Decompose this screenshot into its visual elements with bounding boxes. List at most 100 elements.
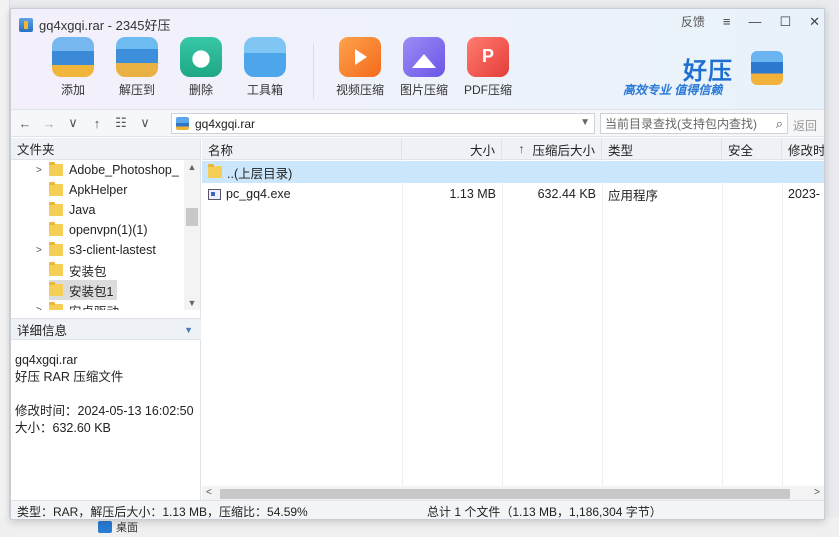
detail-modified: 修改时间：2024-05-13 16:02:50: [15, 404, 194, 418]
folder-tree: > Adobe_Photoshop_ ApkHelper Java openvp…: [11, 160, 201, 310]
brand-slogan: 高效专业 值得信赖: [623, 83, 723, 97]
expand-chevron-icon[interactable]: >: [36, 165, 42, 176]
expand-chevron-icon[interactable]: >: [36, 305, 42, 310]
column-security[interactable]: 安全: [722, 138, 782, 160]
image-compress-button[interactable]: 图片压缩: [392, 37, 456, 99]
feedback-link[interactable]: 反馈: [681, 13, 705, 30]
title-toolbar-area: gq4xgqi.rar - 2345好压 反馈 ≡ — ☐ ✕ 添加 解压到 删…: [11, 9, 824, 109]
collapse-arrow-icon[interactable]: ▼: [184, 325, 193, 335]
scrollbar-thumb[interactable]: [220, 489, 790, 499]
archive-add-icon: [52, 37, 94, 77]
folder-label: Adobe_Photoshop_: [69, 163, 179, 177]
detail-size: 大小：632.60 KB: [15, 421, 111, 435]
folder-item[interactable]: s3-client-lastest: [49, 240, 156, 260]
folder-icon: [49, 242, 63, 256]
folder-tree-scrollbar[interactable]: ▲ ▼: [184, 160, 200, 310]
column-modified-label: 修改时: [788, 143, 825, 158]
folder-label: openvpn(1)(1): [69, 223, 148, 237]
app-window: gq4xgqi.rar - 2345好压 反馈 ≡ — ☐ ✕ 添加 解压到 删…: [10, 8, 825, 520]
folder-item-selected[interactable]: 安装包1: [49, 280, 118, 300]
folder-item[interactable]: 安卓驱动: [49, 300, 119, 310]
details-header[interactable]: 详细信息 ▼: [11, 318, 201, 340]
folders-header: 文件夹: [11, 138, 200, 160]
address-dropdown[interactable]: ▼: [580, 117, 590, 128]
toolbar-divider: [313, 43, 314, 99]
forward-button[interactable]: →: [39, 116, 59, 131]
video-compress-button[interactable]: 视频压缩: [328, 37, 392, 99]
folder-label: s3-client-lastest: [69, 243, 156, 257]
sort-ascending-icon: ↑: [518, 142, 525, 156]
folder-item[interactable]: Adobe_Photoshop_: [49, 160, 179, 180]
folder-item[interactable]: 安装包: [49, 260, 107, 280]
scroll-down-icon[interactable]: ▼: [184, 298, 200, 308]
cell-size: 1.13 MB: [449, 187, 496, 201]
folder-icon: [49, 262, 63, 276]
table-row-parent[interactable]: ..(上层目录): [202, 161, 824, 183]
delete-button[interactable]: 删除: [169, 37, 233, 99]
folder-icon: [49, 182, 63, 196]
folder-label: 安卓驱动: [69, 301, 119, 311]
pdf-compress-button[interactable]: PDF压缩: [456, 37, 520, 99]
extract-button[interactable]: 解压到: [105, 37, 169, 99]
return-button[interactable]: 返回: [793, 117, 817, 134]
folder-icon: [49, 282, 63, 296]
folder-item[interactable]: Java: [49, 200, 95, 220]
column-name[interactable]: 名称: [202, 138, 402, 160]
up-button[interactable]: ↑: [87, 116, 107, 131]
image-compress-label: 图片压缩: [399, 83, 448, 97]
toolbox-button[interactable]: 工具箱: [233, 37, 297, 99]
details-info: gq4xgqi.rar 好压 RAR 压缩文件 修改时间：2024-05-13 …: [15, 352, 199, 437]
toolbox-icon: [244, 37, 286, 77]
column-name-label: 名称: [208, 143, 234, 158]
table-row[interactable]: pc_gq4.exe 1.13 MB 632.44 KB 应用程序 2023-: [202, 183, 824, 205]
archive-extract-icon: [116, 37, 158, 77]
window-title: gq4xgqi.rar - 2345好压: [39, 18, 171, 33]
close-button[interactable]: ✕: [809, 14, 820, 30]
search-icon[interactable]: ⌕: [776, 116, 783, 132]
column-size[interactable]: 大小: [402, 138, 502, 160]
extract-label: 解压到: [118, 83, 155, 97]
folder-label: Java: [69, 203, 96, 217]
column-divider: [602, 160, 603, 490]
left-pane: 文件夹 > Adobe_Photoshop_ ApkHelper Java op…: [11, 138, 201, 500]
scroll-left-icon[interactable]: <: [206, 487, 212, 498]
folders-header-label: 文件夹: [17, 143, 55, 157]
folder-label: ApkHelper: [69, 183, 128, 197]
scroll-right-icon[interactable]: >: [814, 487, 820, 498]
folder-label: 安装包: [69, 264, 107, 279]
expand-chevron-icon[interactable]: >: [36, 245, 42, 256]
menu-icon[interactable]: ≡: [723, 14, 731, 29]
column-packed-label: 压缩后大小: [532, 143, 595, 158]
folder-icon: [49, 222, 63, 236]
column-divider: [722, 160, 723, 490]
scrollbar-thumb[interactable]: [186, 208, 198, 226]
minimize-button[interactable]: —: [748, 14, 761, 29]
scroll-up-icon[interactable]: ▲: [184, 162, 200, 172]
maximize-button[interactable]: ☐: [779, 14, 791, 30]
add-button[interactable]: 添加: [41, 37, 105, 99]
view-mode-dropdown[interactable]: ∨: [135, 115, 155, 131]
address-bar[interactable]: gq4xgqi.rar ▼: [171, 113, 595, 134]
archive-icon: [176, 117, 189, 130]
column-security-label: 安全: [728, 143, 754, 158]
folder-icon: [208, 164, 222, 178]
history-dropdown[interactable]: ∨: [63, 115, 83, 131]
column-type[interactable]: 类型: [602, 138, 722, 160]
title-bar: gq4xgqi.rar - 2345好压: [19, 15, 171, 34]
column-packed-size[interactable]: ↑ 压缩后大小: [502, 138, 602, 160]
back-button[interactable]: ←: [15, 116, 35, 131]
column-size-label: 大小: [469, 143, 495, 158]
search-input[interactable]: 当前目录查找(支持包内查找) ⌕: [600, 113, 788, 134]
folder-icon: [49, 302, 63, 310]
recycle-bin-icon: [180, 37, 222, 77]
app-logo-icon: [19, 17, 33, 32]
folder-item[interactable]: ApkHelper: [49, 180, 127, 200]
desktop-label: 桌面: [116, 522, 138, 534]
folder-item[interactable]: openvpn(1)(1): [49, 220, 148, 240]
view-mode-icon[interactable]: ☷: [111, 115, 131, 131]
toolbox-label: 工具箱: [246, 83, 283, 97]
column-modified[interactable]: 修改时: [782, 138, 825, 160]
status-bar: 类型：RAR，解压后大小：1.13 MB，压缩比：54.59% 总计 1 个文件…: [11, 500, 824, 519]
detail-filetype: 好压 RAR 压缩文件: [15, 370, 124, 384]
file-list-header: 名称 大小 ↑ 压缩后大小 类型 安全 修改时: [202, 138, 825, 160]
